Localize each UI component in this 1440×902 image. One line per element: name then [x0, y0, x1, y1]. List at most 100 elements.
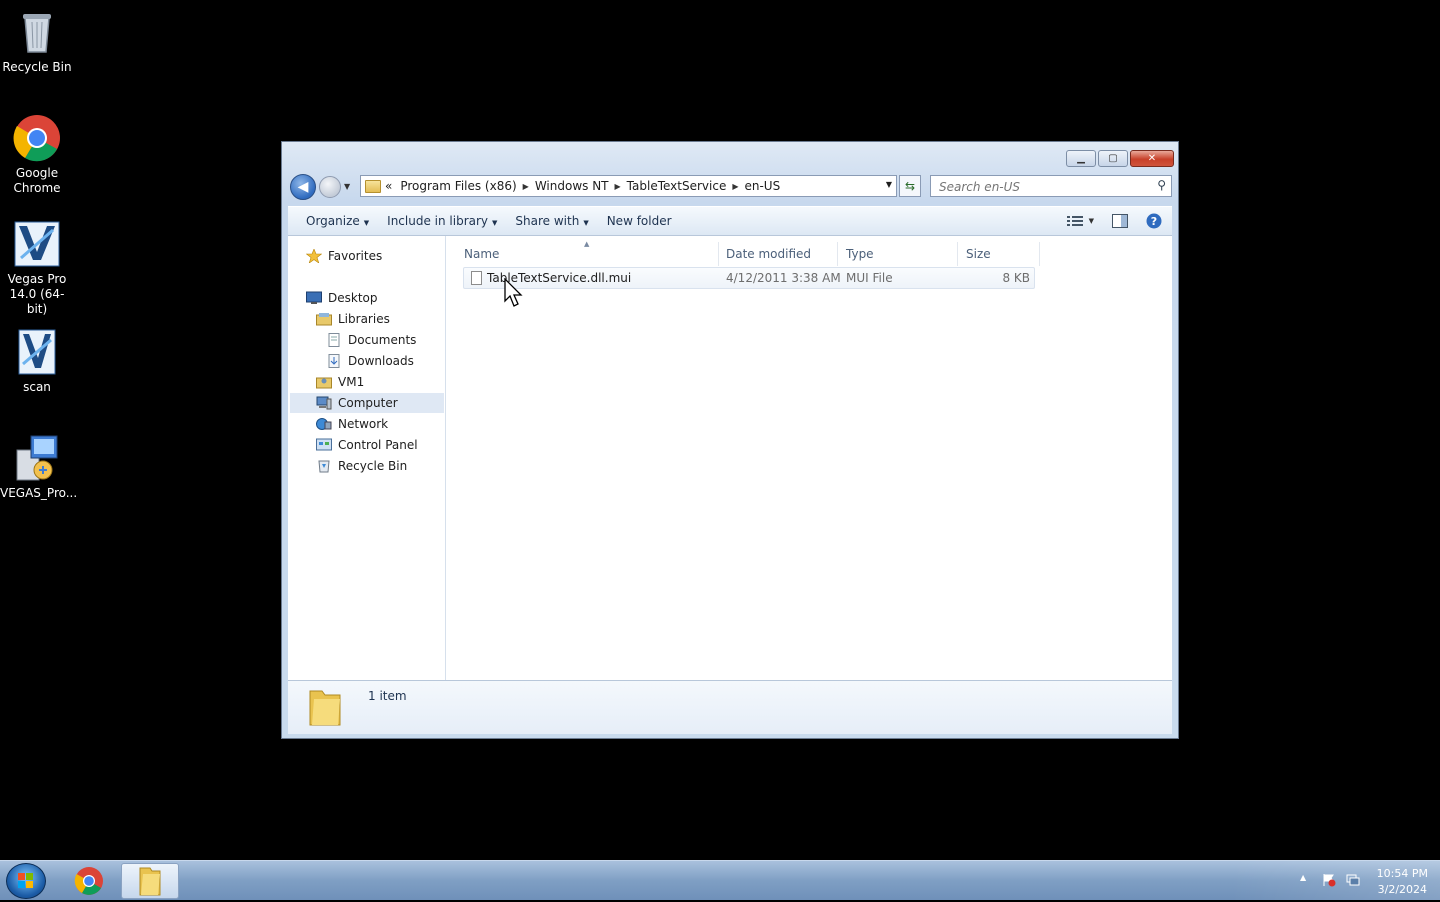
column-header-type[interactable]: Type: [846, 242, 958, 266]
user-folder-icon: [316, 375, 332, 389]
desktop-icon-label: VEGAS_Pro...: [0, 486, 78, 500]
breadcrumb-arrow-icon[interactable]: ▶: [523, 182, 529, 191]
explorer-window: ▁ ▢ ✕ ◀ ▼ « Program Files (x86) ▶ Window…: [281, 141, 1179, 739]
organize-menu[interactable]: Organize ▼: [306, 214, 369, 228]
nav-item-documents[interactable]: Documents: [326, 330, 416, 350]
taskbar-explorer-button[interactable]: [121, 863, 179, 899]
folder-icon: [308, 687, 342, 727]
column-label: Size: [966, 247, 991, 261]
breadcrumb-en-us[interactable]: en-US: [744, 179, 780, 193]
new-folder-button[interactable]: New folder: [607, 214, 672, 228]
nav-label: Desktop: [328, 291, 378, 305]
navigation-bar: ◀ ▼ « Program Files (x86) ▶ Windows NT ▶…: [290, 174, 1172, 200]
desktop-icon-label: Vegas Pro 14.0 (64-bit): [7, 272, 67, 316]
forward-button[interactable]: [319, 176, 341, 198]
column-header-name[interactable]: Name ▲: [464, 240, 719, 266]
include-in-library-menu[interactable]: Include in library ▼: [387, 214, 497, 228]
notification-area: ▲ 10:54 PM 3/2/2024: [1230, 861, 1440, 900]
chrome-icon: [74, 867, 103, 895]
clock-time: 10:54 PM: [1376, 867, 1428, 880]
close-button[interactable]: ✕: [1130, 150, 1174, 167]
nav-label: Network: [338, 417, 389, 431]
star-icon: [305, 248, 323, 264]
column-header-date-modified[interactable]: Date modified: [726, 242, 838, 266]
breadcrumb-windows-nt[interactable]: Windows NT: [535, 179, 609, 193]
include-in-library-label: Include in library: [387, 214, 489, 228]
clock[interactable]: 10:54 PM 3/2/2024: [1377, 866, 1428, 898]
share-with-menu[interactable]: Share with ▼: [515, 214, 588, 228]
nav-item-favorites[interactable]: Favorites: [305, 246, 383, 266]
vegas-pro-icon: [13, 220, 61, 268]
svg-text:?: ?: [1151, 215, 1157, 228]
maximize-button[interactable]: ▢: [1098, 150, 1128, 167]
libraries-icon: [316, 312, 332, 326]
taskbar: ▲ 10:54 PM 3/2/2024: [0, 860, 1440, 900]
taskbar-chrome-button[interactable]: [60, 863, 118, 899]
breadcrumb-tabletextservice[interactable]: TableTextService: [627, 179, 727, 193]
nav-label: VM1: [338, 375, 365, 389]
refresh-icon: ⇆: [904, 179, 916, 193]
address-dropdown-icon[interactable]: ▼: [886, 180, 892, 189]
desktop-icon-vegas-installer[interactable]: VEGAS_Pro...: [0, 434, 78, 501]
desktop-icon-google-chrome[interactable]: Google Chrome: [0, 114, 74, 196]
desktop-icon-recycle-bin[interactable]: Recycle Bin: [0, 8, 74, 75]
chevron-down-icon: ▼: [492, 219, 498, 227]
file-row[interactable]: TableTextService.dll.mui 4/12/2011 3:38 …: [463, 267, 1035, 289]
nav-label: Documents: [348, 333, 417, 347]
column-label: Name: [464, 247, 500, 261]
nav-item-desktop[interactable]: Desktop: [306, 288, 378, 308]
minimize-button[interactable]: ▁: [1066, 150, 1096, 167]
search-icon[interactable]: ⚲: [1157, 178, 1166, 192]
nav-label: Downloads: [348, 354, 414, 368]
help-icon[interactable]: ?: [1146, 213, 1162, 229]
search-input[interactable]: [937, 177, 1151, 197]
refresh-button[interactable]: ⇆: [899, 175, 921, 197]
control-panel-icon: [316, 438, 332, 452]
nav-item-libraries[interactable]: Libraries: [316, 309, 390, 329]
item-count: 1 item: [368, 689, 407, 703]
nav-label: Favorites: [328, 249, 383, 263]
view-dropdown-icon[interactable]: ▼: [1089, 217, 1094, 225]
nav-label: Computer: [338, 396, 398, 410]
nav-item-recycle-bin[interactable]: Recycle Bin: [316, 456, 407, 476]
nav-item-computer[interactable]: Computer: [290, 393, 444, 413]
search-box[interactable]: ⚲: [930, 175, 1172, 197]
clock-date: 3/2/2024: [1377, 883, 1428, 896]
start-button[interactable]: [6, 863, 46, 899]
file-icon: [471, 271, 482, 285]
action-center-flag-icon[interactable]: [1322, 873, 1336, 890]
address-bar[interactable]: « Program Files (x86) ▶ Windows NT ▶ Tab…: [360, 175, 897, 197]
sort-ascending-icon: ▲: [584, 240, 590, 248]
desktop-icon-vegas-pro[interactable]: Vegas Pro 14.0 (64-bit): [0, 220, 74, 317]
nav-item-vm1[interactable]: VM1: [316, 372, 364, 392]
desktop-icon-label: Recycle Bin: [2, 60, 72, 74]
downloads-icon: [326, 354, 342, 368]
address-overflow[interactable]: «: [385, 179, 392, 193]
show-hidden-icons-icon[interactable]: ▲: [1300, 873, 1306, 882]
documents-icon: [326, 333, 342, 347]
preview-pane-icon[interactable]: [1112, 213, 1128, 229]
chevron-down-icon: ▼: [583, 219, 589, 227]
view-options-icon[interactable]: [1066, 213, 1083, 229]
installer-icon: [13, 434, 61, 482]
breadcrumb-program-files[interactable]: Program Files (x86): [400, 179, 516, 193]
file-size: 8 KB: [1002, 271, 1030, 285]
desktop-icon-scan[interactable]: scan: [0, 328, 74, 395]
recent-pages-dropdown[interactable]: ▼: [344, 182, 350, 191]
nav-item-control-panel[interactable]: Control Panel: [316, 435, 418, 455]
organize-label: Organize: [306, 214, 360, 228]
caption-buttons: ▁ ▢ ✕: [1064, 150, 1174, 167]
column-label: Type: [846, 247, 874, 261]
nav-label: Libraries: [338, 312, 390, 326]
nav-item-downloads[interactable]: Downloads: [326, 351, 414, 371]
windows-logo-icon: [18, 873, 33, 888]
breadcrumb-arrow-icon[interactable]: ▶: [615, 182, 621, 191]
breadcrumb-arrow-icon[interactable]: ▶: [732, 182, 738, 191]
column-header-size[interactable]: Size: [966, 242, 1040, 266]
mouse-cursor-icon: [504, 277, 524, 311]
navigation-pane: Favorites Desktop Libraries Documents Do…: [288, 236, 446, 680]
recycle-bin-icon: [316, 459, 332, 473]
nav-item-network[interactable]: Network: [316, 414, 388, 434]
network-status-icon[interactable]: [1346, 873, 1360, 890]
back-button[interactable]: ◀: [290, 174, 316, 200]
